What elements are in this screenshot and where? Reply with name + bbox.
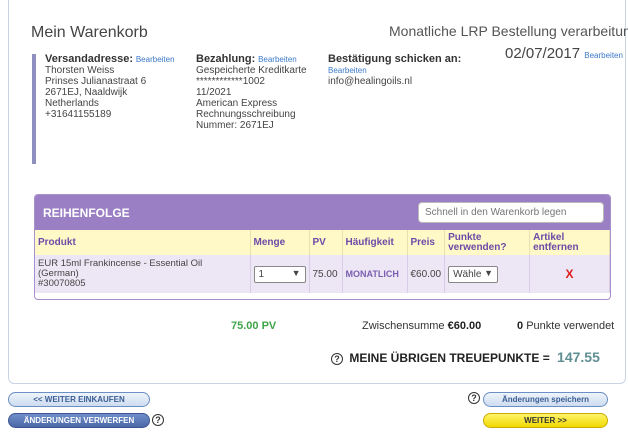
edit-shipping-link[interactable]: Bearbeiten: [136, 55, 175, 64]
shipping-city: 2671EJ, Naaldwijk: [45, 87, 128, 98]
chevron-down-icon: ▼: [291, 267, 301, 278]
product-cell: EUR 15ml Frankincense - Essential Oil (G…: [35, 255, 251, 293]
shipping-street: Prinses Julianastraat 6: [45, 76, 147, 87]
table-row: EUR 15ml Frankincense - Essential Oil (G…: [35, 255, 610, 293]
col-product: Produkt: [35, 230, 251, 255]
confirmation-email: info@healingoils.nl: [328, 76, 413, 87]
quick-add-input[interactable]: [418, 202, 604, 223]
billing-label: Rechnungsschreibung: [196, 109, 296, 120]
col-use-points: Punkte verwenden?: [444, 230, 531, 255]
confirmation-info: Bestätigung schicken an: Bearbeiten info…: [328, 53, 462, 88]
loyalty-label: MEINE ÜBRIGEN TREUEPUNKTE =: [349, 351, 550, 365]
quantity-select[interactable]: 1 ▼: [253, 265, 306, 283]
shipping-country: Netherlands: [45, 98, 99, 109]
subtotal: Zwischensumme €60.00: [362, 320, 481, 332]
edit-date-link[interactable]: Bearbeiten: [584, 51, 623, 60]
pv-cell: 75.00: [309, 255, 343, 293]
quantity-value: 1: [258, 268, 265, 280]
col-price: Preis: [407, 230, 446, 255]
price-cell: €60.00: [407, 255, 446, 293]
cart-table-header: Produkt Menge PV Häufigkeit Preis Punkte…: [35, 230, 610, 255]
subtotal-value: €60.00: [447, 320, 482, 332]
continue-shopping-button[interactable]: << WEITER EINKAUFEN: [8, 392, 150, 407]
edit-payment-link[interactable]: Bearbeiten: [258, 55, 297, 64]
shipping-address: Versandadresse: Bearbeiten Thorsten Weis…: [45, 53, 175, 121]
order-date-value: 02/07/2017: [505, 45, 581, 62]
discard-changes-button[interactable]: ÄNDERUNGEN VERWERFEN: [8, 413, 150, 428]
order-date: 02/07/2017 Bearbeiten: [505, 45, 623, 62]
points-select-value: Wähle: [453, 268, 482, 280]
col-pv: PV: [309, 230, 343, 255]
points-used-value: 0: [517, 320, 524, 332]
chevron-down-icon: ▼: [484, 267, 494, 278]
save-changes-button[interactable]: Änderungen speichern: [483, 392, 608, 407]
product-sku: #30070805: [38, 278, 86, 289]
edit-confirmation-link[interactable]: Bearbeiten: [328, 65, 461, 76]
shipping-phone: +31641155189: [45, 109, 112, 120]
next-button[interactable]: WEITER >>: [483, 413, 608, 428]
cart-table-box: REIHENFOLGE Produkt Menge PV Häufigkeit …: [34, 194, 611, 300]
help-icon[interactable]: ?: [152, 414, 164, 426]
shipping-name: Thorsten Weiss: [45, 65, 115, 76]
col-frequency: Häufigkeit: [342, 230, 408, 255]
points-select[interactable]: Wähle ▼: [448, 265, 499, 283]
page-title: Mein Warenkorb: [31, 24, 148, 41]
confirmation-heading: Bestätigung schicken an:: [328, 53, 462, 65]
billing-number: Nummer: 2671EJ: [196, 120, 274, 131]
shipping-heading: Versandadresse:: [45, 53, 134, 65]
col-remove: Artikel entfernen: [529, 230, 610, 255]
frequency-cell: MONATLICH: [342, 255, 408, 293]
subtotal-label: Zwischensumme: [362, 320, 445, 332]
pv-total: 75.00 PV: [231, 320, 277, 332]
cart-header: REIHENFOLGE: [35, 195, 610, 230]
cart-section-label: REIHENFOLGE: [43, 206, 130, 220]
col-quantity: Menge: [250, 230, 310, 255]
cart-table: Produkt Menge PV Häufigkeit Preis Punkte…: [35, 230, 610, 293]
remove-item-icon[interactable]: X: [529, 255, 610, 293]
payment-info: Bezahlung: Bearbeiten Gespeicherte Kredi…: [196, 53, 307, 132]
quantity-cell: 1 ▼: [250, 255, 310, 293]
order-type-title: Monatliche LRP Bestellung verarbeitung: [389, 23, 628, 39]
points-used: 0 Punkte verwendet: [517, 320, 614, 332]
points-used-label: Punkte verwendet: [526, 320, 615, 332]
payment-method: Gespeicherte Kreditkarte: [196, 65, 307, 76]
use-points-cell: Wähle ▼: [444, 255, 531, 293]
card-type: American Express: [196, 98, 278, 109]
help-icon[interactable]: ?: [468, 392, 480, 404]
info-accent-bar: [32, 54, 36, 164]
payment-heading: Bezahlung:: [196, 53, 256, 65]
card-number: ************1002: [196, 76, 265, 87]
loyalty-points-value: 147.55: [557, 349, 600, 365]
help-icon[interactable]: ?: [331, 352, 343, 365]
card-expiry: 11/2021: [196, 87, 232, 98]
loyalty-points: ? MEINE ÜBRIGEN TREUEPUNKTE = 147.55: [331, 349, 600, 365]
cart-panel: Mein Warenkorb Monatliche LRP Bestellung…: [8, 0, 628, 384]
